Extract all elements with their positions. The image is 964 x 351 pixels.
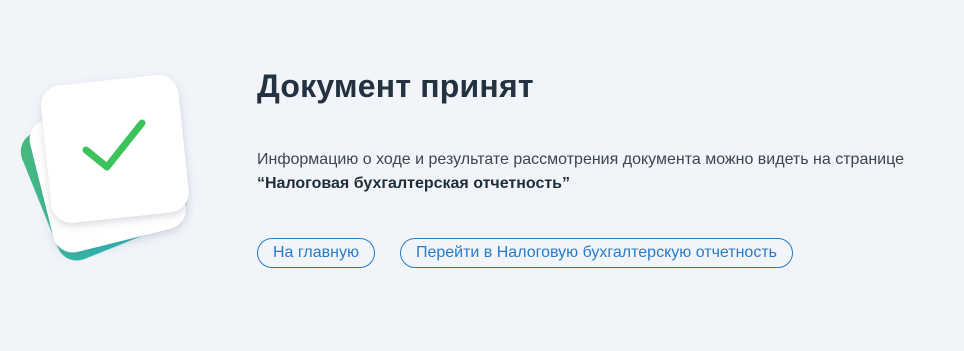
result-panel: Документ принят Информацию о ходе и резу… [257,66,947,268]
success-illustration [14,70,214,270]
home-button[interactable]: На главную [257,238,375,268]
page-title: Документ принят [257,68,534,104]
document-stack-icon [20,75,189,261]
action-buttons: На главную Перейти в Налоговую бухгалтер… [257,238,947,268]
result-description: Информацию о ходе и результате рассмотре… [257,148,947,196]
description-text: Информацию о ходе и результате рассмотре… [257,151,904,168]
target-page-name: “Налоговая бухгалтерская отчетность” [257,175,571,192]
go-to-tax-reports-button[interactable]: Перейти в Налоговую бухгалтерскую отчетн… [399,238,793,268]
